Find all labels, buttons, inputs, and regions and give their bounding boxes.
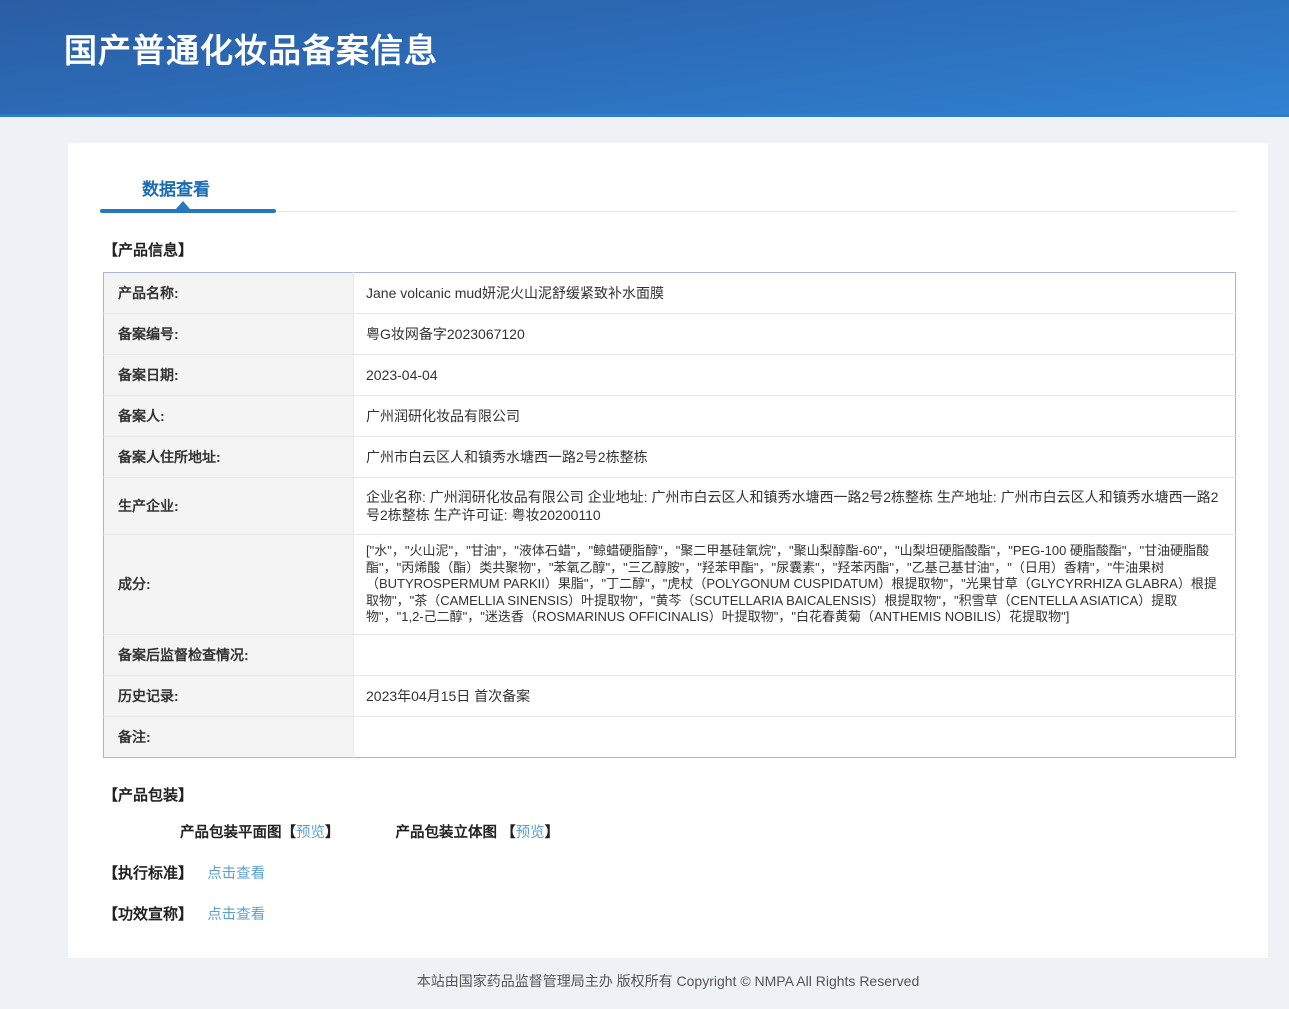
field-value: 粤G妆网备字2023067120 — [354, 314, 1236, 355]
field-label: 备案人: — [104, 396, 354, 437]
efficacy-row: 【功效宣称】 点击查看 — [103, 903, 1268, 924]
field-label: 成分: — [104, 535, 354, 635]
field-label: 备案编号: — [104, 314, 354, 355]
field-value: 企业名称: 广州润研化妆品有限公司 企业地址: 广州市白云区人和镇秀水塘西一路2… — [354, 478, 1236, 535]
page-title: 国产普通化妆品备案信息 — [0, 0, 1289, 72]
tab-bar: 数据查看 — [68, 143, 1268, 213]
field-value — [354, 716, 1236, 757]
tab-data-view[interactable]: 数据查看 — [142, 175, 210, 200]
packaging-heading: 【产品包装】 — [103, 784, 1268, 805]
field-label: 备注: — [104, 716, 354, 757]
packaging-flat-label: 产品包装平面图 — [180, 825, 282, 841]
tab-caret-icon — [176, 201, 190, 209]
packaging-3d-preview-link[interactable]: 预览 — [516, 825, 545, 841]
packaging-flat-item: 产品包装平面图【预览】 — [180, 825, 340, 841]
table-row: 备案日期:2023-04-04 — [104, 355, 1236, 396]
page-footer: 本站由国家药品监督管理局主办 版权所有 Copyright © NMPA All… — [68, 958, 1268, 1009]
field-value: Jane volcanic mud妍泥火山泥舒缓紧致补水面膜 — [354, 273, 1236, 314]
field-value: ["水"，"火山泥"，"甘油"，"液体石蜡"，"鲸蜡硬脂醇"，"聚二甲基硅氧烷"… — [354, 535, 1236, 635]
content-card: 数据查看 【产品信息】 产品名称:Jane volcanic mud妍泥火山泥舒… — [68, 143, 1268, 958]
table-row: 历史记录:2023年04月15日 首次备案 — [104, 675, 1236, 716]
field-value: 广州市白云区人和镇秀水塘西一路2号2栋整栋 — [354, 437, 1236, 478]
table-row: 备案后监督检查情况: — [104, 634, 1236, 675]
table-row: 备案人住所地址:广州市白云区人和镇秀水塘西一路2号2栋整栋 — [104, 437, 1236, 478]
tab-active-underline — [100, 209, 276, 213]
field-label: 备案人住所地址: — [104, 437, 354, 478]
page-header: 国产普通化妆品备案信息 — [0, 0, 1289, 117]
table-row: 成分:["水"，"火山泥"，"甘油"，"液体石蜡"，"鲸蜡硬脂醇"，"聚二甲基硅… — [104, 535, 1236, 635]
table-row: 备注: — [104, 716, 1236, 757]
field-label: 备案后监督检查情况: — [104, 634, 354, 675]
bracket-open: 【 — [501, 825, 516, 841]
product-info-table: 产品名称:Jane volcanic mud妍泥火山泥舒缓紧致补水面膜备案编号:… — [103, 272, 1236, 758]
packaging-3d-label: 产品包装立体图 — [396, 825, 502, 841]
bracket-close: 】 — [325, 825, 340, 841]
packaging-row: 产品包装平面图【预览】 产品包装立体图 【预览】 — [103, 821, 1268, 842]
table-row: 产品名称:Jane volcanic mud妍泥火山泥舒缓紧致补水面膜 — [104, 273, 1236, 314]
field-value: 广州润研化妆品有限公司 — [354, 396, 1236, 437]
product-info-heading: 【产品信息】 — [103, 239, 1268, 260]
bracket-close: 】 — [545, 825, 560, 841]
packaging-3d-item: 产品包装立体图 【预览】 — [396, 825, 560, 841]
table-row: 生产企业:企业名称: 广州润研化妆品有限公司 企业地址: 广州市白云区人和镇秀水… — [104, 478, 1236, 535]
table-row: 备案人:广州润研化妆品有限公司 — [104, 396, 1236, 437]
packaging-flat-preview-link[interactable]: 预览 — [296, 825, 325, 841]
field-value: 2023-04-04 — [354, 355, 1236, 396]
standard-view-link[interactable]: 点击查看 — [207, 866, 265, 882]
table-row: 备案编号:粤G妆网备字2023067120 — [104, 314, 1236, 355]
efficacy-view-link[interactable]: 点击查看 — [207, 907, 265, 923]
field-label: 历史记录: — [104, 675, 354, 716]
standard-heading: 【执行标准】 — [103, 865, 193, 882]
efficacy-heading: 【功效宣称】 — [103, 906, 193, 923]
field-label: 产品名称: — [104, 273, 354, 314]
field-value: 2023年04月15日 首次备案 — [354, 675, 1236, 716]
product-info-table-body: 产品名称:Jane volcanic mud妍泥火山泥舒缓紧致补水面膜备案编号:… — [104, 273, 1236, 758]
field-value — [354, 634, 1236, 675]
standard-row: 【执行标准】 点击查看 — [103, 862, 1268, 883]
field-label: 备案日期: — [104, 355, 354, 396]
field-label: 生产企业: — [104, 478, 354, 535]
bracket-open: 【 — [282, 825, 297, 841]
